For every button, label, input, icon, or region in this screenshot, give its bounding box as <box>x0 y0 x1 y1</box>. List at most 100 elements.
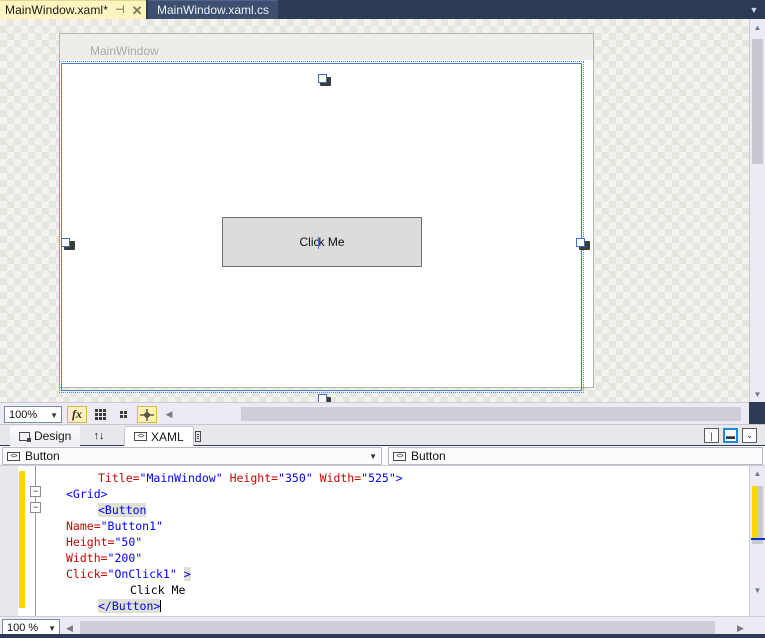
editor-outlining-margin: − − <box>25 466 45 616</box>
scrollbar-thumb[interactable] <box>80 621 715 635</box>
resize-handle-right[interactable] <box>576 238 585 247</box>
code-token: "200" <box>107 551 143 565</box>
tab-design-label: Design <box>34 429 72 443</box>
effects-fx-icon[interactable]: fx <box>67 406 87 423</box>
grid-glyph <box>94 409 106 420</box>
code-navigation-bar: <> Button ▼ <> Button <box>0 446 765 466</box>
properties-glyph <box>195 430 201 442</box>
code-token: Width= <box>66 551 108 565</box>
view-tab-bar: Design ↑↓ <> XAML | ▬ ⌄ <box>0 424 765 446</box>
scroll-left-icon[interactable]: ◀ <box>63 621 76 635</box>
editor-vertical-scrollbar[interactable]: ⊣ ▲ ▼ <box>749 466 765 616</box>
designer-vertical-scrollbar[interactable]: ▲ ▼ <box>749 19 765 402</box>
xaml-view-icon: <> <box>134 432 147 441</box>
resize-handle-bottom[interactable] <box>318 394 327 402</box>
chevron-down-icon[interactable]: ▼ <box>48 625 56 633</box>
scroll-up-icon[interactable]: ▲ <box>750 19 765 35</box>
design-surface[interactable]: MainWindow Clic k Me <box>0 19 749 402</box>
scroll-down-icon[interactable]: ▼ <box>750 386 765 402</box>
scroll-right-icon[interactable]: ▶ <box>734 621 747 635</box>
chevron-down-icon[interactable]: ▼ <box>50 412 58 420</box>
code-token: Click Me <box>130 583 186 597</box>
scroll-down-icon[interactable]: ▼ <box>750 583 765 598</box>
text-caret <box>160 600 162 612</box>
zoom-level-value: 100% <box>9 408 38 421</box>
code-token: > <box>395 471 403 485</box>
visual-studio-xaml-designer: MainWindow.xaml* ⊣ ✕ MainWindow.xaml.cs … <box>0 0 765 638</box>
change-marker <box>752 486 757 538</box>
resize-handle-left[interactable] <box>61 238 70 247</box>
code-line: Height="50" <box>66 534 142 550</box>
code-token: Height= <box>229 471 279 485</box>
properties-icon[interactable] <box>186 426 210 446</box>
code-token: "525" <box>361 471 396 485</box>
navigation-member-value: Button <box>411 449 446 463</box>
tab-design[interactable]: Design <box>10 426 81 446</box>
navigation-type-value: Button <box>25 449 60 463</box>
scroll-left-icon[interactable]: ◀ <box>163 407 175 421</box>
design-button-label-after: k Me <box>318 235 345 249</box>
design-view-icon <box>19 431 31 442</box>
collapse-region-button[interactable]: − <box>30 486 41 497</box>
navigation-type-combobox[interactable]: <> Button ▼ <box>2 447 382 465</box>
zoom-level-combobox[interactable]: 100% ▼ <box>4 406 62 423</box>
scrollbar-thumb[interactable] <box>752 39 763 164</box>
code-token: Height= <box>66 535 115 549</box>
code-line: </Button> <box>98 598 162 614</box>
collapse-pane-button[interactable]: ⌄ <box>742 428 757 443</box>
editor-indicator-margin <box>0 466 19 616</box>
navigation-member-combobox[interactable]: <> Button <box>388 447 763 465</box>
snap-icon[interactable] <box>113 406 133 423</box>
code-token: Title= <box>98 471 140 485</box>
chevron-down-icon[interactable]: ▼ <box>747 3 761 16</box>
split-view-buttons: | ▬ ⌄ <box>704 428 757 443</box>
scroll-up-icon[interactable]: ▲ <box>750 466 765 481</box>
tab-xaml[interactable]: <> XAML <box>124 426 194 446</box>
chevron-down-icon[interactable]: ▼ <box>369 453 377 461</box>
caret-position-marker <box>751 538 765 540</box>
split-horizontal-button[interactable]: ▬ <box>723 428 738 443</box>
align-icon[interactable] <box>137 406 157 423</box>
code-token: <Button <box>98 503 147 517</box>
tab-xaml-label: XAML <box>151 429 184 444</box>
tab-label: MainWindow.xaml.cs <box>157 3 270 17</box>
document-tab-strip: MainWindow.xaml* ⊣ ✕ MainWindow.xaml.cs … <box>0 0 765 19</box>
status-zoom-value: 100 % <box>7 621 39 634</box>
tab-mainwindow-xaml[interactable]: MainWindow.xaml* ⊣ ✕ <box>0 0 147 19</box>
code-token: "350" <box>278 471 313 485</box>
preview-window-title: MainWindow <box>90 44 159 58</box>
code-token: Name= <box>66 519 101 533</box>
swap-panes-button[interactable]: ↑↓ <box>86 426 112 446</box>
code-line: <Grid> <box>66 486 108 502</box>
element-icon: <> <box>7 451 20 461</box>
grid-icon[interactable] <box>90 406 110 423</box>
code-text-area[interactable]: Title="MainWindow" Height="350" Width="5… <box>46 466 746 616</box>
collapse-region-button[interactable]: − <box>30 502 41 513</box>
align-glyph <box>140 408 154 421</box>
code-token: "Button1" <box>100 519 163 533</box>
resize-handle-top[interactable] <box>318 74 327 83</box>
tab-mainwindow-xaml-cs[interactable]: MainWindow.xaml.cs <box>148 0 279 19</box>
pin-icon[interactable]: ⊣ <box>115 4 125 16</box>
code-token: "MainWindow" <box>139 471 223 485</box>
designer-toolbar: 100% ▼ fx ◀ <box>0 402 749 424</box>
snap-glyph <box>119 411 127 418</box>
xaml-code-editor[interactable]: − − Title="MainWindow" Height="350" Widt… <box>0 466 765 616</box>
code-line: Name="Button1" <box>66 518 163 534</box>
code-line: Click Me <box>130 582 185 598</box>
code-token: "50" <box>114 535 143 549</box>
split-vertical-button[interactable]: | <box>704 428 719 443</box>
design-button-click-me[interactable]: Clic k Me <box>222 217 422 267</box>
text-caret <box>318 237 320 249</box>
code-token: Width= <box>319 471 362 485</box>
code-token: "OnClick1" <box>107 567 177 581</box>
code-line: Width="200" <box>66 550 142 566</box>
code-line: Click="OnClick1" > <box>66 566 191 582</box>
code-token: > <box>183 567 191 581</box>
close-icon[interactable]: ✕ <box>132 4 143 17</box>
scrollbar-thumb[interactable] <box>241 407 741 421</box>
element-icon: <> <box>393 451 406 461</box>
